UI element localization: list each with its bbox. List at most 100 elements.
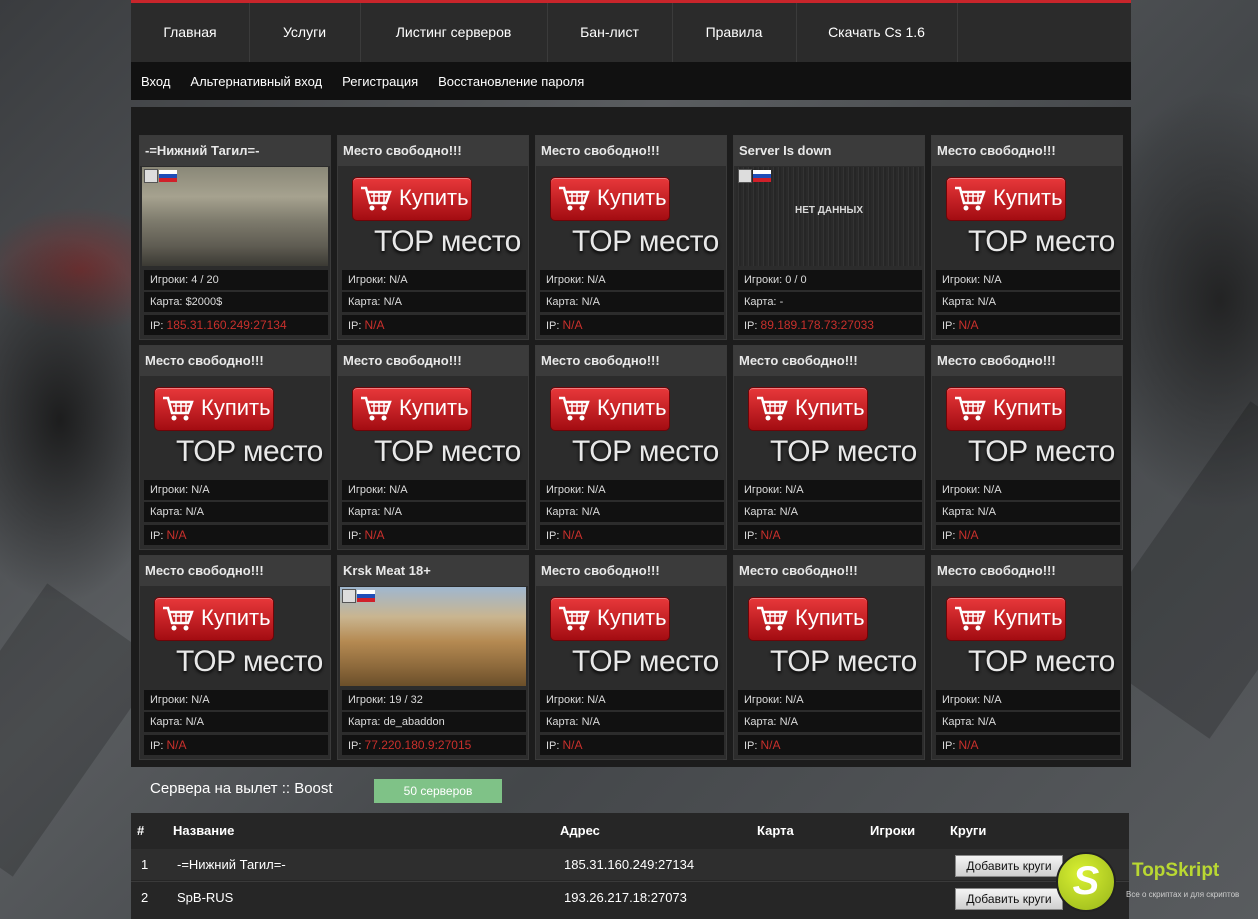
- server-thumbnail[interactable]: [142, 167, 328, 266]
- buy-button[interactable]: Купить: [946, 387, 1066, 431]
- login-link[interactable]: Вход: [141, 74, 170, 89]
- nav-services[interactable]: Услуги: [249, 3, 361, 62]
- buy-button[interactable]: Купить: [946, 597, 1066, 641]
- buy-label: Купить: [201, 605, 271, 630]
- ad-banner[interactable]: Купить TOP место: [340, 377, 526, 476]
- ip-value[interactable]: N/A: [959, 738, 979, 752]
- ad-banner[interactable]: Купить TOP место: [538, 377, 724, 476]
- buy-button[interactable]: Купить: [550, 597, 670, 641]
- card-title[interactable]: Место свободно!!!: [536, 346, 726, 376]
- nav-home[interactable]: Главная: [131, 3, 250, 62]
- ad-slot-card[interactable]: Место свободно!!! Купить TOP место Игроки: …: [535, 345, 727, 550]
- server-thumbnail[interactable]: НЕТ ДАННЫХ: [736, 167, 922, 266]
- card-title[interactable]: Место свободно!!!: [734, 346, 924, 376]
- server-card[interactable]: -=Нижний Тагил=- Игроки: 4 / 20 Карта: $20…: [139, 135, 331, 340]
- map-value: -: [779, 296, 784, 308]
- ip-value[interactable]: N/A: [365, 318, 385, 332]
- ip-value[interactable]: N/A: [959, 318, 979, 332]
- card-title[interactable]: Место свободно!!!: [338, 346, 528, 376]
- map-value: N/A: [383, 296, 402, 308]
- server-cards-grid: -=Нижний Тагил=- Игроки: 4 / 20 Карта: $20…: [131, 107, 1131, 767]
- topskript-logo[interactable]: S TopSkript Все о скриптах и для скрипто…: [1056, 850, 1258, 916]
- server-thumbnail[interactable]: [340, 587, 526, 686]
- card-title[interactable]: Место свободно!!!: [734, 556, 924, 586]
- buy-button[interactable]: Купить: [748, 387, 868, 431]
- register-link[interactable]: Регистрация: [342, 74, 418, 89]
- alt-login-link[interactable]: Альтернативный вход: [190, 74, 322, 89]
- buy-button[interactable]: Купить: [154, 387, 274, 431]
- card-title[interactable]: Место свободно!!!: [536, 556, 726, 586]
- players-value: N/A: [785, 484, 804, 496]
- ad-banner[interactable]: Купить TOP место: [142, 587, 328, 686]
- ad-banner[interactable]: Купить TOP место: [142, 377, 328, 476]
- ad-slot-card[interactable]: Место свободно!!! Купить TOP место Игроки: …: [733, 555, 925, 760]
- password-recovery-link[interactable]: Восстановление пароля: [438, 74, 584, 89]
- server-card[interactable]: Krsk Meat 18+ Игроки: 19 / 32 Карта: de_ab…: [337, 555, 529, 760]
- ad-banner[interactable]: Купить TOP место: [736, 377, 922, 476]
- buy-button[interactable]: Купить: [352, 387, 472, 431]
- server-card[interactable]: Server Is down НЕТ ДАННЫХ Игроки: 0 / 0 Кар…: [733, 135, 925, 340]
- ad-slot-card[interactable]: Место свободно!!! Купить TOP место Игроки: …: [535, 555, 727, 760]
- ad-banner[interactable]: Купить TOP место: [538, 587, 724, 686]
- nav-download-cs[interactable]: Скачать Cs 1.6: [796, 3, 958, 62]
- ad-banner[interactable]: Купить TOP место: [340, 167, 526, 266]
- card-title[interactable]: Место свободно!!!: [932, 136, 1122, 166]
- ad-slot-card[interactable]: Место свободно!!! Купить TOP место Игроки: …: [931, 135, 1123, 340]
- ip-value[interactable]: N/A: [761, 528, 781, 542]
- ad-banner[interactable]: Купить TOP место: [934, 377, 1120, 476]
- ad-slot-card[interactable]: Место свободно!!! Купить TOP место Игроки: …: [337, 345, 529, 550]
- ip-value[interactable]: N/A: [563, 528, 583, 542]
- boost-count-badge[interactable]: 50 серверов: [374, 779, 502, 803]
- ad-slot-card[interactable]: Место свободно!!! Купить TOP место Игроки: …: [931, 555, 1123, 760]
- ip-value[interactable]: N/A: [761, 738, 781, 752]
- nav-server-listing[interactable]: Листинг серверов: [360, 3, 548, 62]
- card-title[interactable]: Krsk Meat 18+: [338, 556, 528, 586]
- card-title[interactable]: Место свободно!!!: [932, 556, 1122, 586]
- ad-banner[interactable]: Купить TOP место: [934, 587, 1120, 686]
- ip-value[interactable]: N/A: [365, 528, 385, 542]
- add-laps-button[interactable]: Добавить круги: [955, 855, 1063, 877]
- nav-ban-list[interactable]: Бан-лист: [547, 3, 673, 62]
- nav-rules[interactable]: Правила: [672, 3, 797, 62]
- ip-value[interactable]: N/A: [167, 738, 187, 752]
- buy-button[interactable]: Купить: [946, 177, 1066, 221]
- ad-banner[interactable]: Купить TOP место: [934, 167, 1120, 266]
- ad-banner[interactable]: Купить TOP место: [538, 167, 724, 266]
- ad-banner[interactable]: Купить TOP место: [736, 587, 922, 686]
- buy-button[interactable]: Купить: [550, 177, 670, 221]
- buy-button[interactable]: Купить: [154, 597, 274, 641]
- ip-value[interactable]: 89.189.178.73:27033: [761, 318, 874, 332]
- card-title[interactable]: -=Нижний Тагил=-: [140, 136, 330, 166]
- card-title[interactable]: Место свободно!!!: [338, 136, 528, 166]
- ad-slot-card[interactable]: Место свободно!!! Купить TOP место Игроки: …: [139, 555, 331, 760]
- ip-value[interactable]: N/A: [167, 528, 187, 542]
- ip-row: IP: N/A: [936, 735, 1120, 755]
- ad-slot-card[interactable]: Место свободно!!! Купить TOP место Игроки: …: [535, 135, 727, 340]
- add-laps-button[interactable]: Добавить круги: [955, 888, 1063, 910]
- buy-button[interactable]: Купить: [550, 387, 670, 431]
- buy-button[interactable]: Купить: [352, 177, 472, 221]
- row-name[interactable]: -=Нижний Тагил=-: [177, 857, 286, 872]
- ip-value[interactable]: N/A: [563, 318, 583, 332]
- ip-value[interactable]: N/A: [959, 528, 979, 542]
- ip-value[interactable]: N/A: [563, 738, 583, 752]
- card-title[interactable]: Место свободно!!!: [140, 556, 330, 586]
- ad-slot-card[interactable]: Место свободно!!! Купить TOP место Игроки: …: [337, 135, 529, 340]
- card-title[interactable]: Место свободно!!!: [140, 346, 330, 376]
- buy-label: Купить: [795, 395, 865, 420]
- row-address: 185.31.160.249:27134: [564, 857, 695, 872]
- map-row: Карта: -: [738, 292, 922, 312]
- ad-slot-card[interactable]: Место свободно!!! Купить TOP место Игроки: …: [931, 345, 1123, 550]
- ip-value[interactable]: 77.220.180.9:27015: [365, 738, 472, 752]
- card-title[interactable]: Server Is down: [734, 136, 924, 166]
- row-name[interactable]: SpB-RUS: [177, 890, 233, 905]
- cart-icon: [359, 184, 393, 212]
- ip-label: IP:: [744, 320, 758, 332]
- card-title[interactable]: Место свободно!!!: [932, 346, 1122, 376]
- card-title[interactable]: Место свободно!!!: [536, 136, 726, 166]
- buy-label: Купить: [993, 605, 1063, 630]
- ad-slot-card[interactable]: Место свободно!!! Купить TOP место Игроки: …: [733, 345, 925, 550]
- ad-slot-card[interactable]: Место свободно!!! Купить TOP место Игроки: …: [139, 345, 331, 550]
- ip-value[interactable]: 185.31.160.249:27134: [167, 318, 287, 332]
- buy-button[interactable]: Купить: [748, 597, 868, 641]
